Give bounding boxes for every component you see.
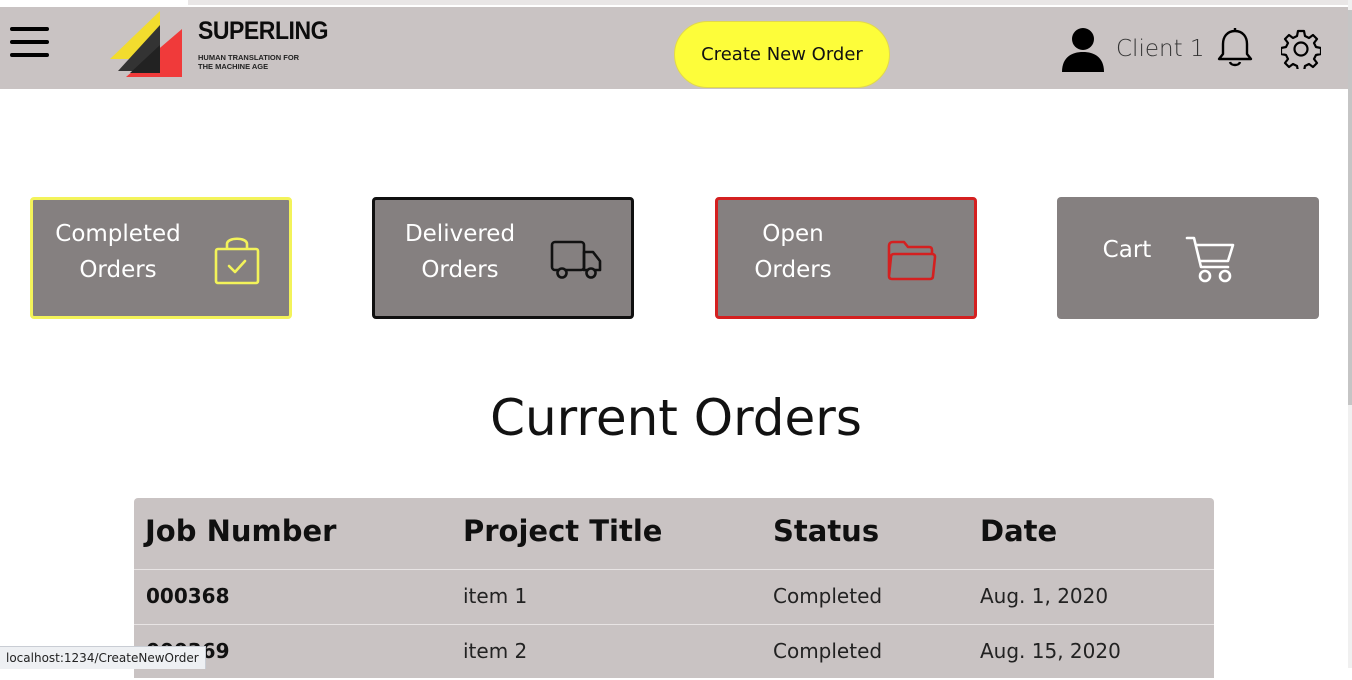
browser-tab-strip [188,0,1348,5]
open-orders-card[interactable]: Open Orders [715,197,977,319]
user-avatar-icon [1062,28,1104,72]
user-account[interactable]: Client 1 [1060,23,1205,75]
completed-orders-card[interactable]: Completed Orders [30,197,292,319]
scrollbar-thumb[interactable] [1348,10,1352,405]
notifications-bell-icon[interactable] [1216,28,1254,68]
folder-open-icon [887,240,937,281]
create-new-order-button[interactable]: Create New Order [674,21,890,88]
browser-status-url: localhost:1234/CreateNewOrder [0,646,206,669]
cart-label: Cart [1102,237,1152,263]
table-row[interactable]: 000368 item 1 Completed Aug. 1, 2020 [134,569,1214,625]
column-header-date[interactable]: Date [980,514,1057,548]
project-title: item 2 [463,639,528,663]
logo-mark-icon [110,11,182,77]
truck-icon [550,240,602,279]
delivered-orders-card[interactable]: Delivered Orders [372,197,634,319]
order-date: Aug. 1, 2020 [980,584,1109,608]
settings-gear-icon[interactable] [1281,29,1321,69]
order-status: Completed [773,584,883,608]
app-header: SUPERLING HUMAN TRANSLATION FOR THE MACH… [0,7,1348,89]
user-name: Client 1 [1116,36,1205,62]
column-header-project-title[interactable]: Project Title [463,514,662,548]
brand-tagline: HUMAN TRANSLATION FOR THE MACHINE AGE [198,53,300,71]
completed-orders-label: Completed Orders [55,221,181,283]
cart-card[interactable]: Cart [1057,197,1319,319]
order-status: Completed [773,639,883,663]
job-number: 000368 [146,584,230,608]
superling-logo[interactable]: SUPERLING HUMAN TRANSLATION FOR THE MACH… [108,11,329,83]
delivered-orders-label: Delivered Orders [404,221,516,283]
column-header-job-number[interactable]: Job Number [145,514,336,548]
vertical-scrollbar[interactable] [1348,0,1352,668]
column-header-status[interactable]: Status [773,514,879,548]
order-date: Aug. 15, 2020 [980,639,1121,663]
open-orders-label: Open Orders [754,221,832,283]
table-row[interactable]: 000369 item 2 Completed Aug. 15, 2020 [134,624,1214,680]
page-title: Current Orders [490,389,862,447]
brand-name: SUPERLING [198,17,329,45]
shopping-bag-check-icon [214,237,260,285]
browser-top-strip [0,0,1352,7]
menu-icon[interactable] [10,27,50,61]
project-title: item 1 [463,584,528,608]
cart-icon [1185,236,1235,283]
orders-table: Job Number Project Title Status Date 000… [134,498,1214,678]
